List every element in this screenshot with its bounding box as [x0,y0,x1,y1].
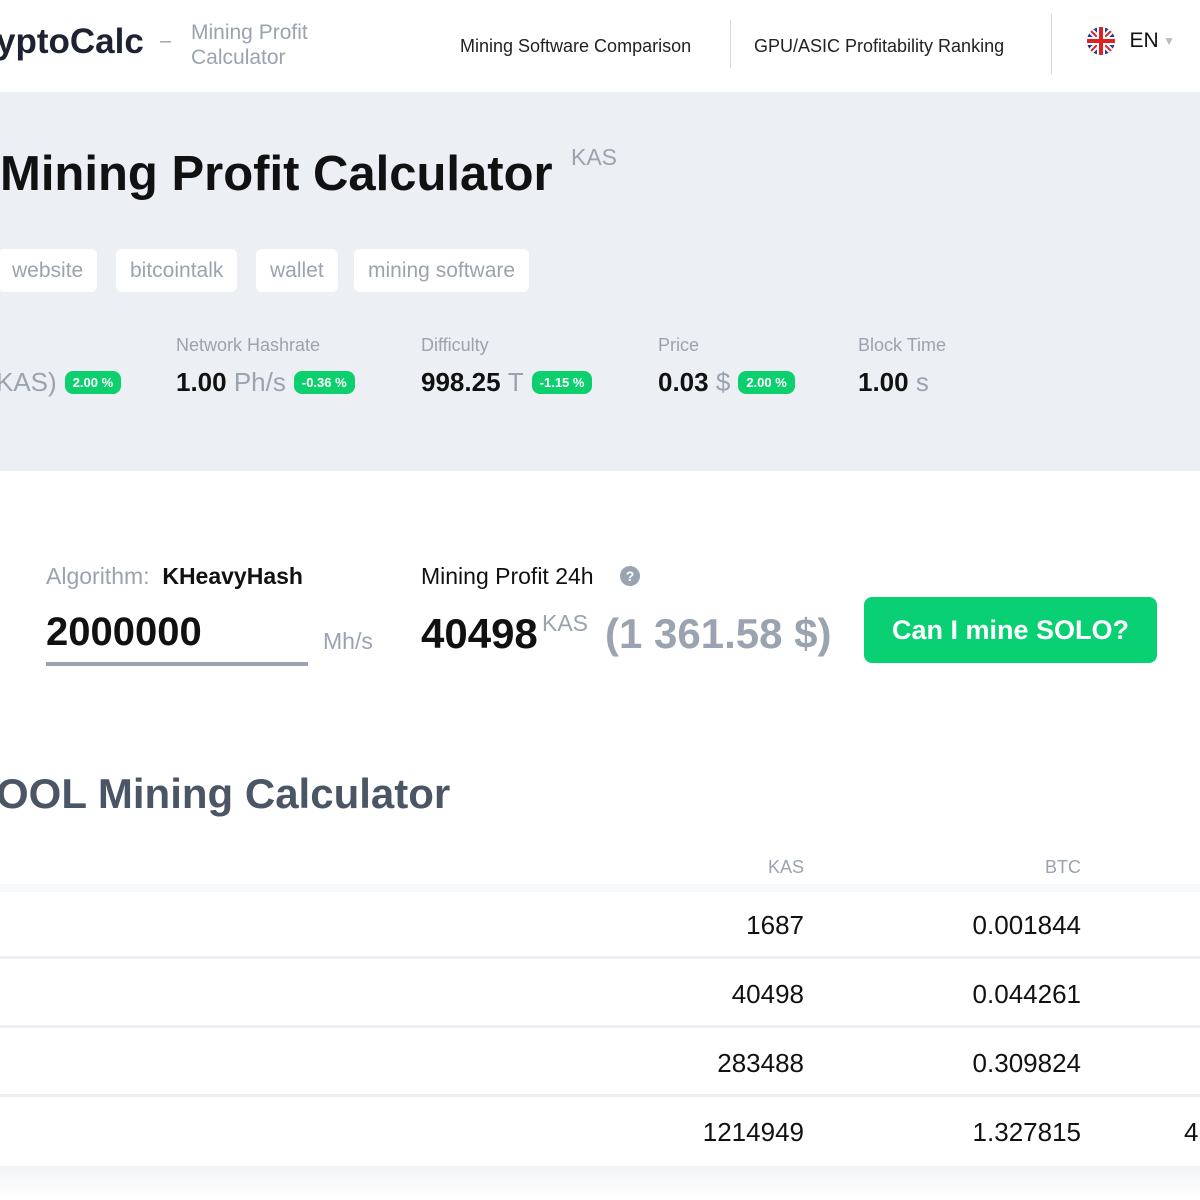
algorithm: Algorithm: KHeavyHash [46,563,303,589]
profit-label: Mining Profit 24h [421,563,594,589]
uk-flag-icon [1087,27,1115,55]
profit-usd: (1 361.58 $) [605,610,832,657]
chevron-down-icon: ▼ [1163,34,1175,48]
stat-label: Network Hashrate [176,335,321,355]
table-footer-shadow [0,1166,1200,1200]
change-badge: 2.00 % [738,371,795,394]
pool-section-title: OOL Mining Calculator [0,770,451,817]
header: yptoCalc – Mining Profit Calculator Mini… [0,0,1200,92]
nav-profitability-ranking[interactable]: GPU/ASIC Profitability Ranking [754,36,1004,57]
table-row: 1214949 1.327815 4 [0,1099,1200,1166]
tag-bitcointalk[interactable]: bitcointalk [116,249,238,292]
logo-subtitle: Mining Profit Calculator [191,21,308,69]
hashrate-unit: Mh/s [323,628,373,654]
hashrate-input[interactable]: 2000000 [46,610,308,666]
coin-hero: Mining Profit Calculator KAS website bit… [0,92,1200,471]
table-header-divider [0,884,1200,892]
change-badge: -0.36 % [293,371,355,394]
profit-value: 40498 [421,610,538,657]
help-icon[interactable]: ? [620,566,640,586]
column-header-btc: BTC [1045,857,1081,877]
change-badge: -1.15 % [531,371,593,394]
logo-separator: – [160,30,172,52]
language-label: EN [1129,29,1159,52]
column-header-kas: KAS [767,857,804,877]
table-row: 283488 0.309824 [0,1030,1200,1097]
language-selector[interactable]: EN ▼ [1087,27,1175,55]
stat-difficulty: 998.25 T -1.15 % [421,367,593,398]
page-title: Mining Profit Calculator [0,147,553,201]
stat-label: Difficulty [421,335,489,355]
solo-mining-button[interactable]: Can I mine SOLO? [864,597,1157,663]
change-badge: 2.00 % [64,371,122,394]
stat-price: 0.03 $2.00 % [658,367,795,398]
logo[interactable]: yptoCalc [0,22,144,62]
tag-website[interactable]: website [0,249,98,292]
tag-mining-software[interactable]: mining software [354,249,530,292]
nav-divider [1051,14,1052,74]
profit-coin: KAS [542,610,589,636]
stat-reward: KAS) 2.00 % [0,367,122,398]
stat-hashrate: 1.00 Ph/s -0.36 % [176,367,355,398]
stat-block-time: 1.00 s [858,367,929,397]
stat-label: Price [658,335,700,355]
nav-mining-software-comparison[interactable]: Mining Software Comparison [460,36,691,57]
stat-label: Block Time [858,335,947,355]
nav-divider [730,20,731,68]
table-row: 40498 0.044261 [0,961,1200,1028]
coin-ticker: KAS [571,144,618,170]
table-row: 1687 0.001844 [0,892,1200,959]
tag-wallet[interactable]: wallet [256,249,338,292]
